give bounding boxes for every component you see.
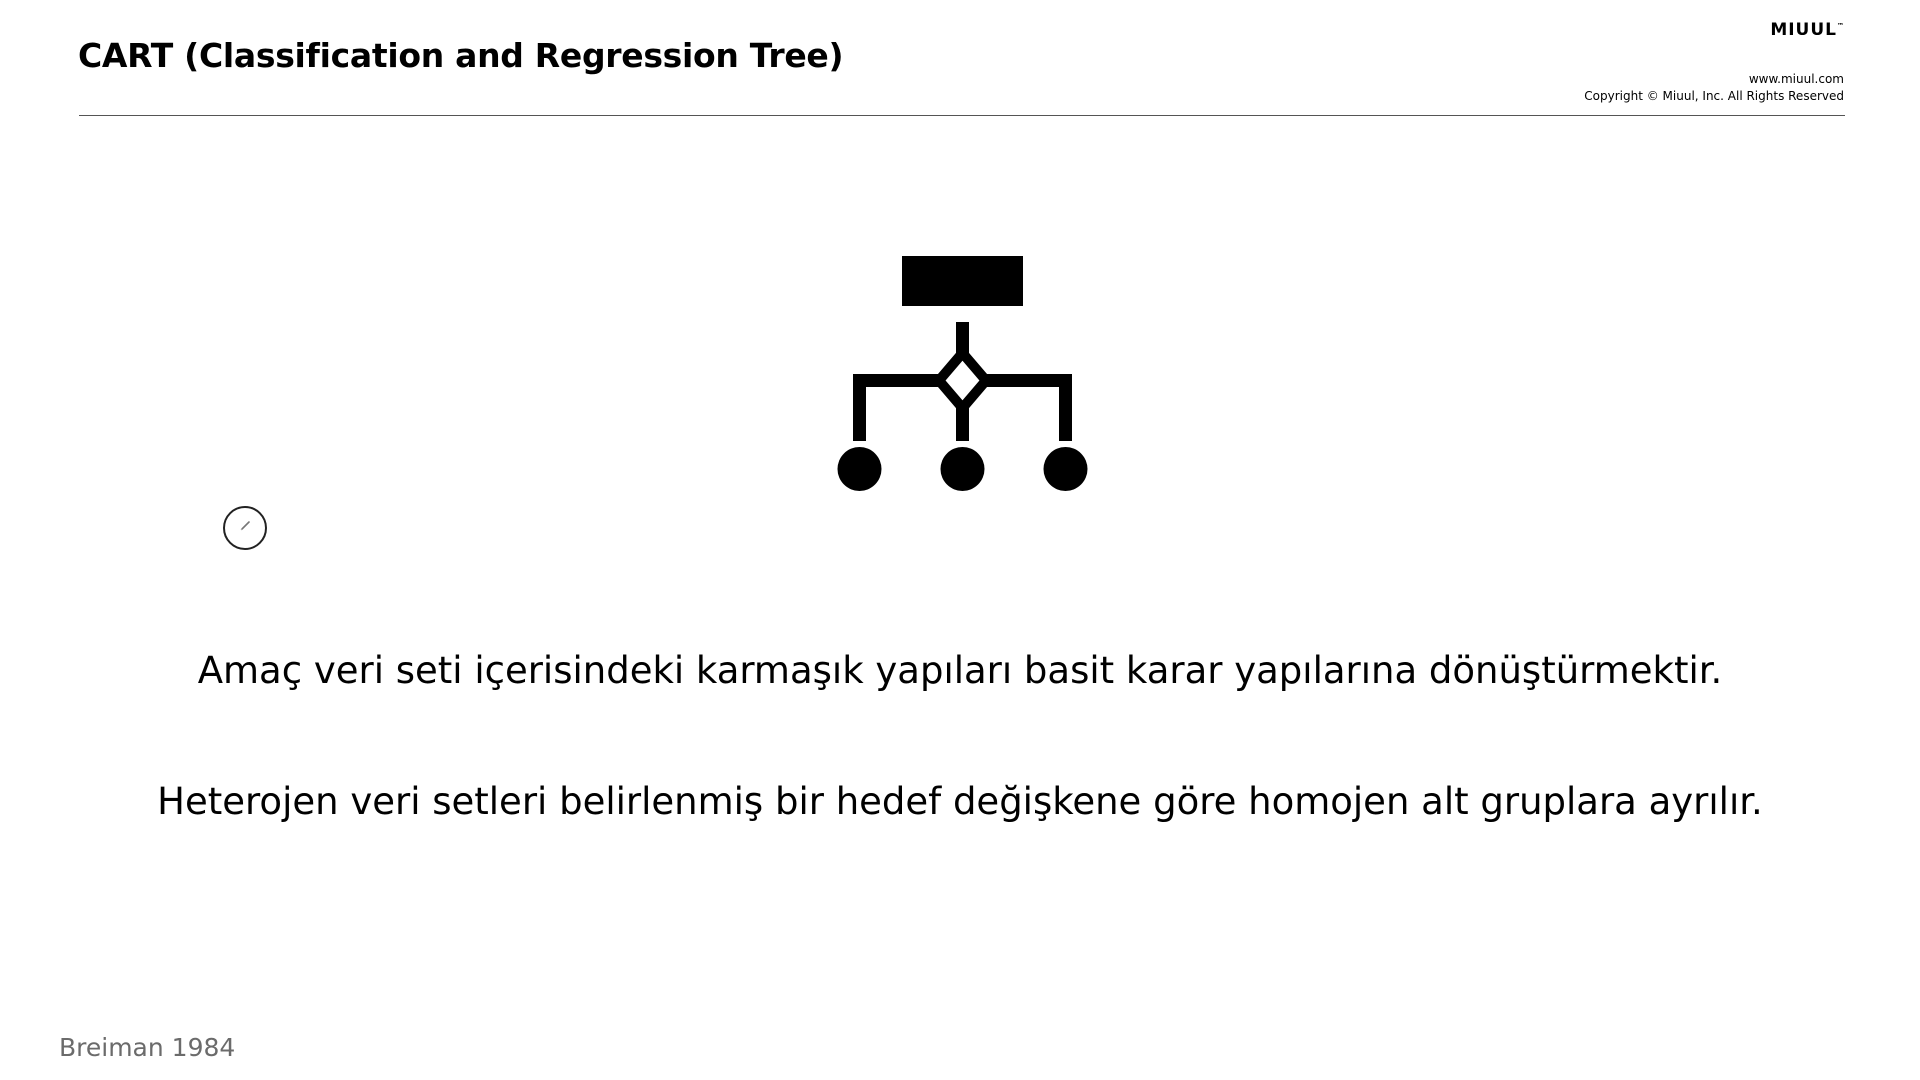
trademark-symbol: ™: [1837, 22, 1844, 30]
slide: CART (Classification and Regression Tree…: [0, 0, 1920, 1080]
brand-logo: MIUUL™: [1770, 20, 1844, 40]
copyright-text: Copyright © Miuul, Inc. All Rights Reser…: [1584, 89, 1844, 103]
pen-cursor-icon: [223, 506, 267, 550]
header-divider: [79, 115, 1845, 116]
body-line-heterogeneous: Heterojen veri setleri belirlenmiş bir h…: [157, 780, 1763, 823]
source-citation: Breiman 1984: [59, 1033, 236, 1062]
decision-tree-icon: [837, 256, 1088, 491]
slide-title: CART (Classification and Regression Tree…: [78, 36, 844, 75]
website-text: www.miuul.com: [1748, 72, 1844, 86]
brand-name: MIUUL: [1770, 20, 1837, 40]
body-line-goal: Amaç veri seti içerisindeki karmaşık yap…: [197, 649, 1723, 692]
